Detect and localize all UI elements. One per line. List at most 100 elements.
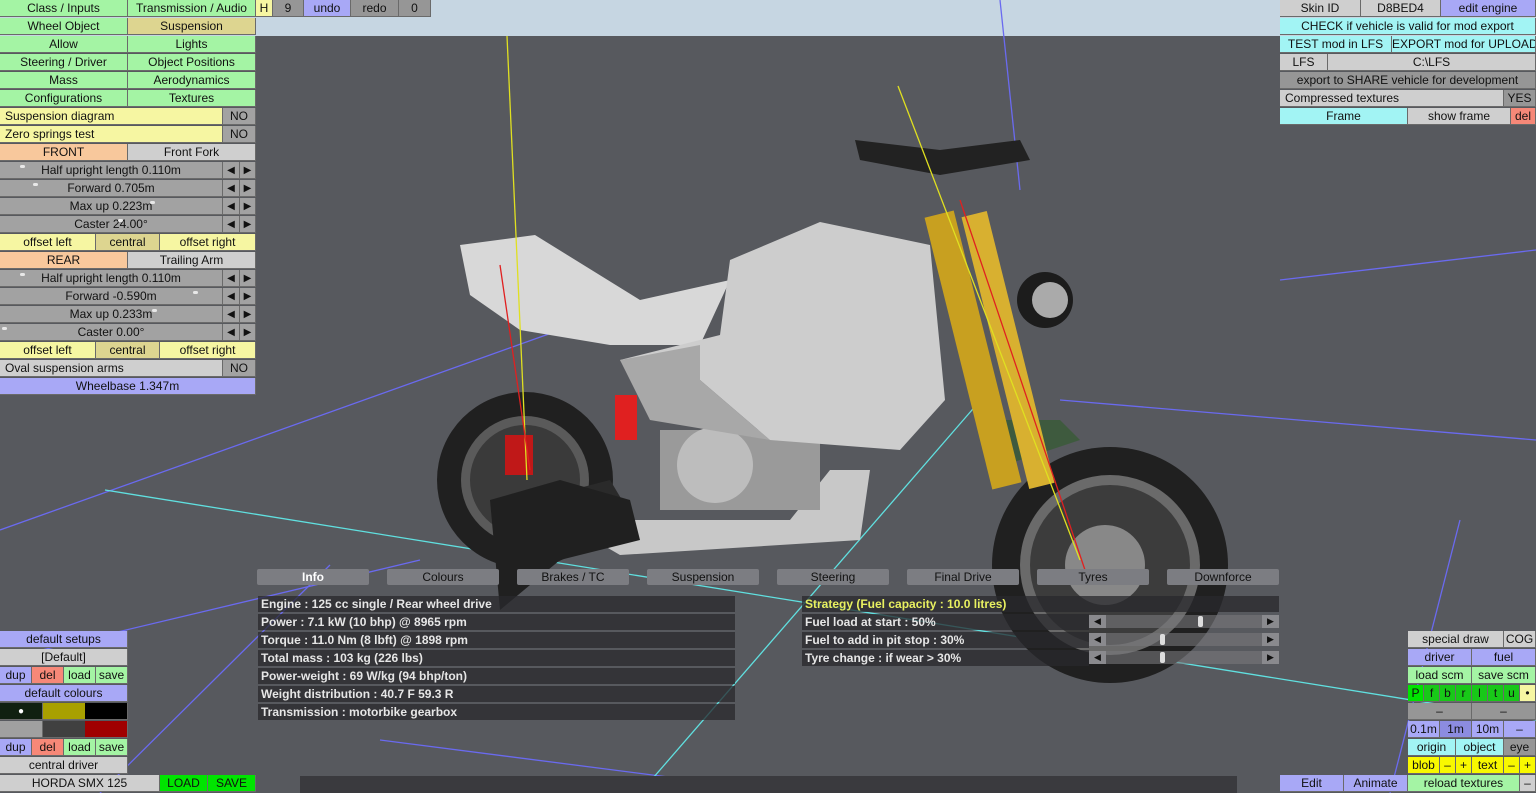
show-frame-button[interactable]: show frame	[1408, 108, 1511, 125]
rear-caster-slider[interactable]: Caster 0.00°	[0, 324, 223, 341]
slider-knob[interactable]	[193, 291, 198, 294]
frame-button[interactable]: Frame	[1280, 108, 1408, 125]
slider-knob[interactable]	[2, 327, 7, 330]
increase-arrow-icon[interactable]: ▶	[240, 216, 256, 233]
menu-object-positions[interactable]: Object Positions	[128, 54, 256, 71]
central-driver-button[interactable]: central driver	[0, 757, 128, 774]
tab-downforce[interactable]: Downforce	[1167, 569, 1279, 585]
slider-left-arrow-icon[interactable]: ◀	[1089, 615, 1106, 628]
tab-suspension[interactable]: Suspension	[647, 569, 759, 585]
redo-button[interactable]: redo	[351, 0, 399, 17]
nine-button[interactable]: 9	[273, 0, 304, 17]
colour-swatch[interactable]	[85, 703, 129, 720]
colour-swatch[interactable]: ●	[0, 703, 43, 720]
slider-knob[interactable]	[1198, 616, 1203, 627]
compressed-textures-toggle[interactable]: YES	[1504, 90, 1536, 107]
lfs-path-field[interactable]: C:\LFS	[1328, 54, 1536, 71]
view-toggle-l[interactable]: l	[1472, 685, 1488, 702]
rear-central-button[interactable]: central	[96, 342, 160, 359]
tab-colours[interactable]: Colours	[387, 569, 499, 585]
menu-class-inputs[interactable]: Class / Inputs	[0, 0, 128, 17]
dash-button-1[interactable]: –	[1408, 703, 1472, 720]
colour-dup-button[interactable]: dup	[0, 739, 32, 756]
scale-10m-button[interactable]: 10m	[1472, 721, 1504, 738]
h-button[interactable]: H	[256, 0, 273, 17]
blob-minus-button[interactable]: –	[1440, 757, 1456, 774]
slider-right-arrow-icon[interactable]: ▶	[1262, 615, 1279, 628]
colour-swatch[interactable]	[42, 721, 86, 738]
view-toggle-r[interactable]: r	[1456, 685, 1472, 702]
dash-button-2[interactable]: –	[1472, 703, 1536, 720]
eye-button[interactable]: eye	[1504, 739, 1536, 756]
suspension-diagram-toggle[interactable]: NO	[223, 108, 256, 125]
slider-knob[interactable]	[152, 309, 157, 312]
menu-aerodynamics[interactable]: Aerodynamics	[128, 72, 256, 89]
save-vehicle-button[interactable]: SAVE	[208, 775, 256, 792]
blob-plus-button[interactable]: +	[1456, 757, 1472, 774]
increase-arrow-icon[interactable]: ▶	[240, 270, 256, 287]
view-toggle-f[interactable]: f	[1424, 685, 1440, 702]
increase-arrow-icon[interactable]: ▶	[240, 306, 256, 323]
decrease-arrow-icon[interactable]: ◀	[223, 306, 240, 323]
colour-load-button[interactable]: load	[64, 739, 96, 756]
setup-selector[interactable]: [Default]	[0, 649, 128, 666]
undo-button[interactable]: undo	[304, 0, 351, 17]
tab-steering[interactable]: Steering	[777, 569, 889, 585]
colour-del-button[interactable]: del	[32, 739, 64, 756]
increase-arrow-icon[interactable]: ▶	[240, 162, 256, 179]
check-mod-button[interactable]: CHECK if vehicle is valid for mod export	[1280, 18, 1536, 35]
setup-dup-button[interactable]: dup	[0, 667, 32, 684]
zero-springs-toggle[interactable]: NO	[223, 126, 256, 143]
front-caster-slider[interactable]: Caster 24.00°	[0, 216, 223, 233]
reload-textures-button[interactable]: reload textures	[1408, 775, 1520, 792]
export-mod-button[interactable]: EXPORT mod for UPLOAD	[1392, 36, 1536, 53]
view-toggle-dot[interactable]: •	[1520, 685, 1536, 702]
colour-swatch[interactable]	[85, 721, 129, 738]
edit-mode-button[interactable]: Edit	[1280, 775, 1344, 792]
animate-mode-button[interactable]: Animate	[1344, 775, 1408, 792]
rear-type-selector[interactable]: Trailing Arm	[128, 252, 256, 269]
delete-frame-button[interactable]: del	[1511, 108, 1536, 125]
default-setups-button[interactable]: default setups	[0, 631, 128, 648]
menu-allow[interactable]: Allow	[0, 36, 128, 53]
special-draw-button[interactable]: special draw	[1408, 631, 1504, 648]
oval-arms-toggle[interactable]: NO	[223, 360, 256, 377]
view-toggle-t[interactable]: t	[1488, 685, 1504, 702]
decrease-arrow-icon[interactable]: ◀	[223, 288, 240, 305]
slider-right-arrow-icon[interactable]: ▶	[1262, 651, 1279, 664]
decrease-arrow-icon[interactable]: ◀	[223, 270, 240, 287]
load-scm-button[interactable]: load scm	[1408, 667, 1472, 684]
default-colours-button[interactable]: default colours	[0, 685, 128, 702]
cog-button[interactable]: COG	[1504, 631, 1536, 648]
decrease-arrow-icon[interactable]: ◀	[223, 162, 240, 179]
colour-swatch[interactable]	[0, 721, 43, 738]
fuel-button[interactable]: fuel	[1472, 649, 1536, 666]
increase-arrow-icon[interactable]: ▶	[240, 198, 256, 215]
scale-dash-button[interactable]: –	[1504, 721, 1536, 738]
text-minus-button[interactable]: –	[1504, 757, 1520, 774]
decrease-arrow-icon[interactable]: ◀	[223, 198, 240, 215]
tab-info[interactable]: Info	[257, 569, 369, 585]
slider-knob[interactable]	[20, 165, 25, 168]
scale-0-1m-button[interactable]: 0.1m	[1408, 721, 1440, 738]
strategy-slider[interactable]	[1089, 651, 1279, 664]
origin-button[interactable]: origin	[1408, 739, 1456, 756]
menu-lights[interactable]: Lights	[128, 36, 256, 53]
decrease-arrow-icon[interactable]: ◀	[223, 216, 240, 233]
menu-wheel-object[interactable]: Wheel Object	[0, 18, 128, 35]
reload-dash-button[interactable]: –	[1520, 775, 1536, 792]
strategy-slider[interactable]	[1089, 615, 1279, 628]
front-central-button[interactable]: central	[96, 234, 160, 251]
slider-knob[interactable]	[118, 219, 123, 222]
front-type-selector[interactable]: Front Fork	[128, 144, 256, 161]
slider-knob[interactable]	[1160, 634, 1166, 645]
tab-tyres[interactable]: Tyres	[1037, 569, 1149, 585]
colour-swatch[interactable]	[42, 703, 86, 720]
edit-engine-button[interactable]: edit engine	[1441, 0, 1536, 17]
slider-left-arrow-icon[interactable]: ◀	[1089, 651, 1106, 664]
menu-transmission-audio[interactable]: Transmission / Audio	[128, 0, 256, 17]
increase-arrow-icon[interactable]: ▶	[240, 288, 256, 305]
tab-brakes-tc[interactable]: Brakes / TC	[517, 569, 629, 585]
front-offset-left-button[interactable]: offset left	[0, 234, 96, 251]
setup-load-button[interactable]: load	[64, 667, 96, 684]
